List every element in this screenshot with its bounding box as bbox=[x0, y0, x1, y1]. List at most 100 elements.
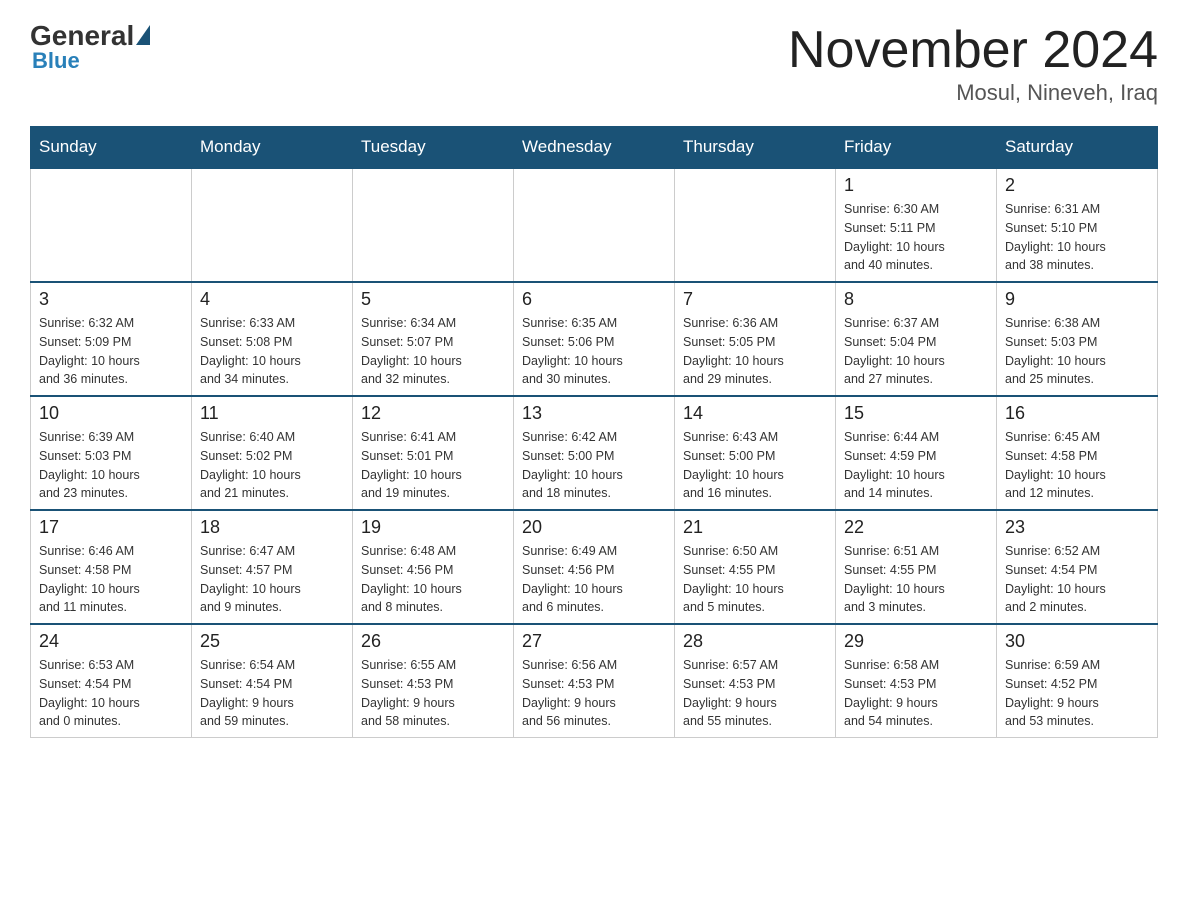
day-info: Sunrise: 6:37 AM Sunset: 5:04 PM Dayligh… bbox=[844, 314, 988, 389]
calendar-cell: 1 Sunrise: 6:30 AM Sunset: 5:11 PM Daylig… bbox=[836, 168, 997, 282]
day-number: 20 bbox=[522, 517, 666, 538]
day-number: 7 bbox=[683, 289, 827, 310]
calendar-cell: 5Sunrise: 6:34 AM Sunset: 5:07 PM Daylig… bbox=[353, 282, 514, 396]
day-info: Sunrise: 6:56 AM Sunset: 4:53 PM Dayligh… bbox=[522, 656, 666, 731]
calendar-cell bbox=[31, 168, 192, 282]
week-row-1: 1 Sunrise: 6:30 AM Sunset: 5:11 PM Daylig… bbox=[31, 168, 1158, 282]
day-info: Sunrise: 6:36 AM Sunset: 5:05 PM Dayligh… bbox=[683, 314, 827, 389]
weekday-header-friday: Friday bbox=[836, 127, 997, 169]
day-number: 13 bbox=[522, 403, 666, 424]
calendar-cell: 4Sunrise: 6:33 AM Sunset: 5:08 PM Daylig… bbox=[192, 282, 353, 396]
day-info: Sunrise: 6:47 AM Sunset: 4:57 PM Dayligh… bbox=[200, 542, 344, 617]
day-info: Sunrise: 6:49 AM Sunset: 4:56 PM Dayligh… bbox=[522, 542, 666, 617]
day-info: Sunrise: 6:32 AM Sunset: 5:09 PM Dayligh… bbox=[39, 314, 183, 389]
calendar-cell: 10Sunrise: 6:39 AM Sunset: 5:03 PM Dayli… bbox=[31, 396, 192, 510]
calendar-cell: 23 Sunrise: 6:52 AM Sunset: 4:54 PM Dayli… bbox=[997, 510, 1158, 624]
day-number: 17 bbox=[39, 517, 183, 538]
calendar-cell bbox=[675, 168, 836, 282]
calendar-cell bbox=[353, 168, 514, 282]
calendar-cell: 2 Sunrise: 6:31 AM Sunset: 5:10 PM Daylig… bbox=[997, 168, 1158, 282]
day-number: 6 bbox=[522, 289, 666, 310]
day-info: Sunrise: 6:54 AM Sunset: 4:54 PM Dayligh… bbox=[200, 656, 344, 731]
day-number: 8 bbox=[844, 289, 988, 310]
calendar-cell bbox=[192, 168, 353, 282]
day-info: Sunrise: 6:39 AM Sunset: 5:03 PM Dayligh… bbox=[39, 428, 183, 503]
day-number: 21 bbox=[683, 517, 827, 538]
day-info: Sunrise: 6:42 AM Sunset: 5:00 PM Dayligh… bbox=[522, 428, 666, 503]
calendar-cell: 14 Sunrise: 6:43 AM Sunset: 5:00 PM Dayli… bbox=[675, 396, 836, 510]
day-number: 1 bbox=[844, 175, 988, 196]
day-number: 14 bbox=[683, 403, 827, 424]
day-number: 9 bbox=[1005, 289, 1149, 310]
calendar-cell: 6Sunrise: 6:35 AM Sunset: 5:06 PM Daylig… bbox=[514, 282, 675, 396]
calendar-cell: 9 Sunrise: 6:38 AM Sunset: 5:03 PM Daylig… bbox=[997, 282, 1158, 396]
calendar-cell: 7 Sunrise: 6:36 AM Sunset: 5:05 PM Daylig… bbox=[675, 282, 836, 396]
weekday-header-tuesday: Tuesday bbox=[353, 127, 514, 169]
day-info: Sunrise: 6:38 AM Sunset: 5:03 PM Dayligh… bbox=[1005, 314, 1149, 389]
day-number: 16 bbox=[1005, 403, 1149, 424]
calendar-cell: 16 Sunrise: 6:45 AM Sunset: 4:58 PM Dayli… bbox=[997, 396, 1158, 510]
day-number: 3 bbox=[39, 289, 183, 310]
weekday-header-wednesday: Wednesday bbox=[514, 127, 675, 169]
day-info: Sunrise: 6:59 AM Sunset: 4:52 PM Dayligh… bbox=[1005, 656, 1149, 731]
calendar-cell: 18Sunrise: 6:47 AM Sunset: 4:57 PM Dayli… bbox=[192, 510, 353, 624]
week-row-3: 10Sunrise: 6:39 AM Sunset: 5:03 PM Dayli… bbox=[31, 396, 1158, 510]
calendar-cell: 25Sunrise: 6:54 AM Sunset: 4:54 PM Dayli… bbox=[192, 624, 353, 738]
day-info: Sunrise: 6:48 AM Sunset: 4:56 PM Dayligh… bbox=[361, 542, 505, 617]
day-info: Sunrise: 6:33 AM Sunset: 5:08 PM Dayligh… bbox=[200, 314, 344, 389]
weekday-header-saturday: Saturday bbox=[997, 127, 1158, 169]
day-info: Sunrise: 6:51 AM Sunset: 4:55 PM Dayligh… bbox=[844, 542, 988, 617]
day-number: 27 bbox=[522, 631, 666, 652]
logo: General Blue bbox=[30, 20, 150, 74]
header: General Blue November 2024 Mosul, Nineve… bbox=[30, 20, 1158, 106]
calendar-cell: 21 Sunrise: 6:50 AM Sunset: 4:55 PM Dayli… bbox=[675, 510, 836, 624]
day-number: 19 bbox=[361, 517, 505, 538]
day-info: Sunrise: 6:30 AM Sunset: 5:11 PM Dayligh… bbox=[844, 200, 988, 275]
day-number: 23 bbox=[1005, 517, 1149, 538]
calendar-cell: 26Sunrise: 6:55 AM Sunset: 4:53 PM Dayli… bbox=[353, 624, 514, 738]
day-info: Sunrise: 6:31 AM Sunset: 5:10 PM Dayligh… bbox=[1005, 200, 1149, 275]
day-info: Sunrise: 6:52 AM Sunset: 4:54 PM Dayligh… bbox=[1005, 542, 1149, 617]
title-block: November 2024 Mosul, Nineveh, Iraq bbox=[788, 20, 1158, 106]
day-number: 28 bbox=[683, 631, 827, 652]
week-row-2: 3 Sunrise: 6:32 AM Sunset: 5:09 PM Daylig… bbox=[31, 282, 1158, 396]
week-row-4: 17 Sunrise: 6:46 AM Sunset: 4:58 PM Dayli… bbox=[31, 510, 1158, 624]
day-number: 5 bbox=[361, 289, 505, 310]
calendar-cell: 30 Sunrise: 6:59 AM Sunset: 4:52 PM Dayli… bbox=[997, 624, 1158, 738]
week-row-5: 24 Sunrise: 6:53 AM Sunset: 4:54 PM Dayli… bbox=[31, 624, 1158, 738]
calendar-cell: 24 Sunrise: 6:53 AM Sunset: 4:54 PM Dayli… bbox=[31, 624, 192, 738]
calendar-cell: 11 Sunrise: 6:40 AM Sunset: 5:02 PM Dayli… bbox=[192, 396, 353, 510]
day-info: Sunrise: 6:57 AM Sunset: 4:53 PM Dayligh… bbox=[683, 656, 827, 731]
logo-blue-part bbox=[134, 25, 150, 47]
day-info: Sunrise: 6:41 AM Sunset: 5:01 PM Dayligh… bbox=[361, 428, 505, 503]
calendar-cell: 20 Sunrise: 6:49 AM Sunset: 4:56 PM Dayli… bbox=[514, 510, 675, 624]
calendar-cell: 29Sunrise: 6:58 AM Sunset: 4:53 PM Dayli… bbox=[836, 624, 997, 738]
day-number: 2 bbox=[1005, 175, 1149, 196]
calendar-cell bbox=[514, 168, 675, 282]
weekday-header-monday: Monday bbox=[192, 127, 353, 169]
day-number: 30 bbox=[1005, 631, 1149, 652]
day-info: Sunrise: 6:43 AM Sunset: 5:00 PM Dayligh… bbox=[683, 428, 827, 503]
weekday-header-sunday: Sunday bbox=[31, 127, 192, 169]
day-info: Sunrise: 6:46 AM Sunset: 4:58 PM Dayligh… bbox=[39, 542, 183, 617]
day-number: 22 bbox=[844, 517, 988, 538]
calendar-cell: 19 Sunrise: 6:48 AM Sunset: 4:56 PM Dayli… bbox=[353, 510, 514, 624]
calendar-cell: 28 Sunrise: 6:57 AM Sunset: 4:53 PM Dayli… bbox=[675, 624, 836, 738]
day-number: 29 bbox=[844, 631, 988, 652]
calendar-cell: 8 Sunrise: 6:37 AM Sunset: 5:04 PM Daylig… bbox=[836, 282, 997, 396]
logo-arrow-icon bbox=[136, 25, 150, 45]
day-number: 11 bbox=[200, 403, 344, 424]
day-number: 15 bbox=[844, 403, 988, 424]
weekday-header-row: SundayMondayTuesdayWednesdayThursdayFrid… bbox=[31, 127, 1158, 169]
day-info: Sunrise: 6:45 AM Sunset: 4:58 PM Dayligh… bbox=[1005, 428, 1149, 503]
day-info: Sunrise: 6:53 AM Sunset: 4:54 PM Dayligh… bbox=[39, 656, 183, 731]
day-info: Sunrise: 6:55 AM Sunset: 4:53 PM Dayligh… bbox=[361, 656, 505, 731]
calendar: SundayMondayTuesdayWednesdayThursdayFrid… bbox=[30, 126, 1158, 738]
day-info: Sunrise: 6:50 AM Sunset: 4:55 PM Dayligh… bbox=[683, 542, 827, 617]
calendar-cell: 13 Sunrise: 6:42 AM Sunset: 5:00 PM Dayli… bbox=[514, 396, 675, 510]
calendar-cell: 27 Sunrise: 6:56 AM Sunset: 4:53 PM Dayli… bbox=[514, 624, 675, 738]
calendar-cell: 17 Sunrise: 6:46 AM Sunset: 4:58 PM Dayli… bbox=[31, 510, 192, 624]
day-number: 24 bbox=[39, 631, 183, 652]
logo-blue-text: Blue bbox=[32, 48, 80, 74]
day-info: Sunrise: 6:40 AM Sunset: 5:02 PM Dayligh… bbox=[200, 428, 344, 503]
